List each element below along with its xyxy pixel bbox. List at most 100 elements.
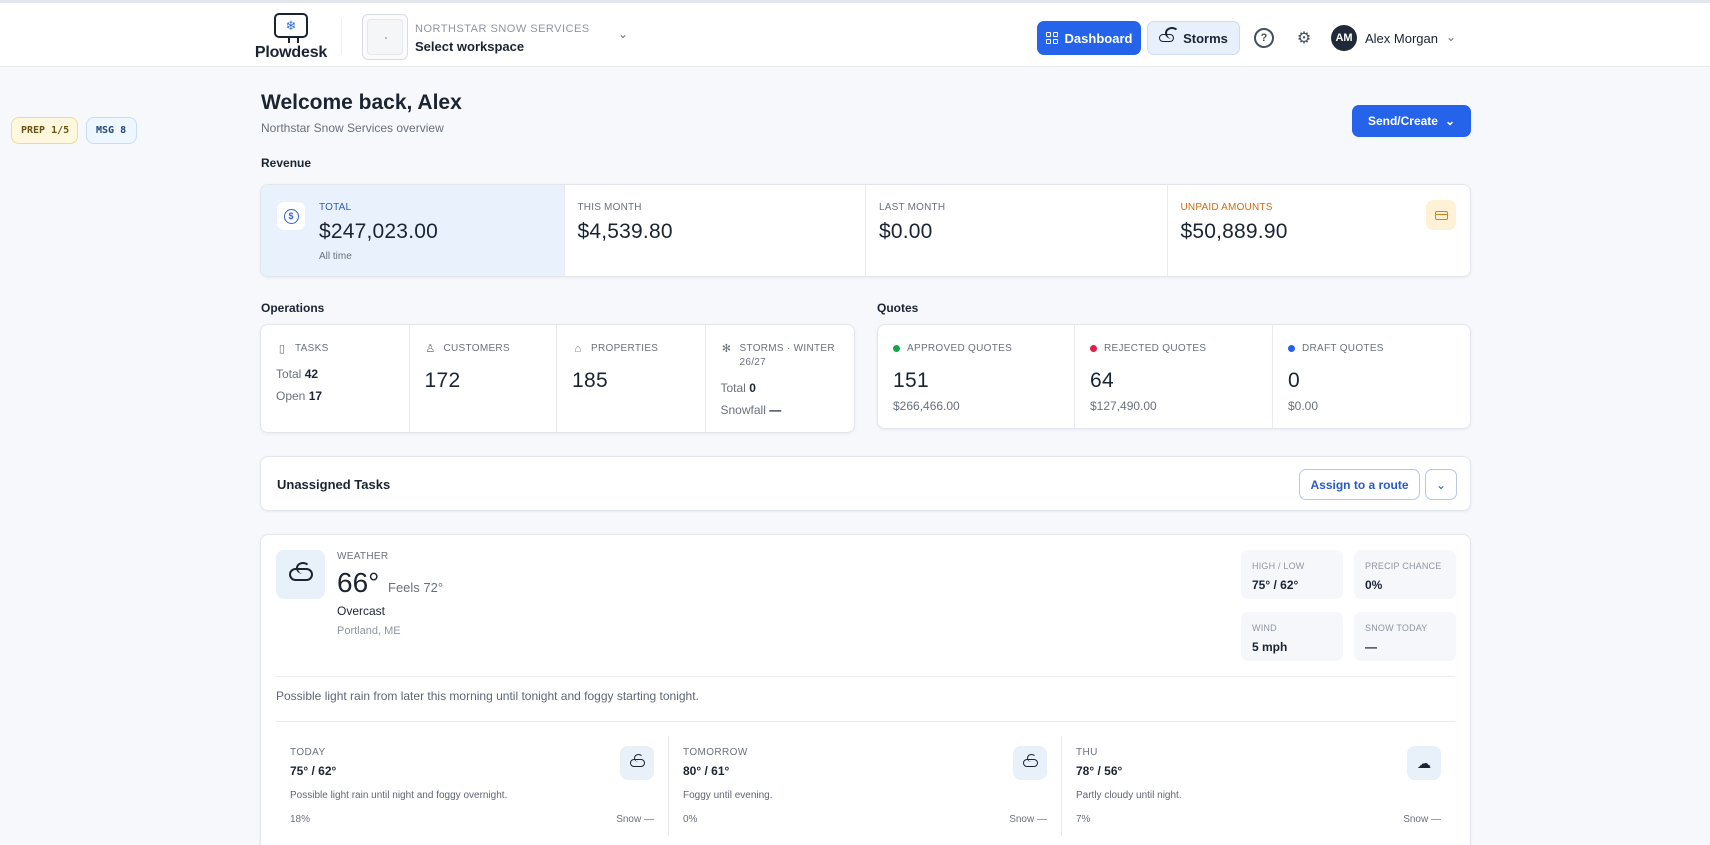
- expand-chevron-down-icon[interactable]: ⌄: [1425, 469, 1457, 500]
- workspace-selector-label[interactable]: Select workspace: [415, 39, 524, 54]
- weather-label: WEATHER: [337, 551, 389, 562]
- dashboard-button-label: Dashboard: [1064, 30, 1133, 46]
- forecast-snow: Snow —: [616, 814, 654, 825]
- last-month-label: LAST MONTH: [879, 202, 946, 213]
- draft-quotes-cell[interactable]: DRAFT QUOTES 0 $0.00: [1273, 325, 1470, 428]
- workspace-company: NORTHSTAR SNOW SERVICES: [415, 23, 590, 35]
- workspace-thumbnail[interactable]: [362, 14, 408, 60]
- total-revenue-cell[interactable]: $ TOTAL $247,023.00 All time: [261, 185, 565, 276]
- snowfall-value: —: [769, 403, 782, 417]
- settings-gear-icon[interactable]: ⚙: [1294, 28, 1314, 48]
- rejected-quotes-cell[interactable]: REJECTED QUOTES 64 $127,490.00: [1075, 325, 1273, 428]
- weather-summary: Possible light rain from later this morn…: [276, 689, 699, 703]
- unpaid-amounts-cell[interactable]: UNPAID AMOUNTS $50,889.90: [1168, 185, 1471, 276]
- header-divider: [341, 19, 342, 55]
- user-menu-chevron-down-icon[interactable]: ⌄: [1446, 30, 1456, 44]
- forecast-temperature: 80° / 61°: [683, 764, 730, 778]
- tasks-label: TASKS: [295, 343, 329, 354]
- draft-label-row: DRAFT QUOTES: [1288, 342, 1384, 356]
- prep-progress-chip[interactable]: PREP 1/5: [11, 117, 78, 144]
- tasks-cell[interactable]: ▯ TASKS Total 42 Open 17: [261, 325, 410, 432]
- storms-total-line: Total 0: [720, 381, 756, 395]
- unpaid-amounts-label: UNPAID AMOUNTS: [1180, 202, 1273, 213]
- wind-stat: WIND 5 mph: [1241, 612, 1343, 661]
- approved-quotes-amount: $266,466.00: [893, 399, 960, 413]
- precip-chance-label: PRECIP CHANCE: [1365, 561, 1442, 571]
- customers-label-row: ♙ CUSTOMERS: [425, 342, 510, 356]
- snowflake-icon: ✻: [721, 343, 732, 355]
- page-subtitle: Northstar Snow Services overview: [261, 121, 444, 135]
- send-create-button[interactable]: Send/Create ⌄: [1352, 105, 1471, 137]
- message-chip-label: MSG: [96, 125, 115, 136]
- last-month-value: $0.00: [879, 220, 933, 243]
- dashboard-button[interactable]: Dashboard: [1037, 21, 1141, 55]
- snow-today-label: SNOW TODAY: [1365, 623, 1428, 633]
- last-month-revenue-cell[interactable]: LAST MONTH $0.00: [866, 185, 1168, 276]
- snow-today-stat: SNOW TODAY —: [1354, 612, 1456, 661]
- this-month-revenue-cell[interactable]: THIS MONTH $4,539.80: [565, 185, 866, 276]
- properties-label-row: ⌂ PROPERTIES: [572, 342, 658, 356]
- feels-like-temperature: Feels 72°: [388, 580, 444, 595]
- customers-value: 172: [424, 369, 461, 392]
- total-revenue-subtext: All time: [319, 251, 352, 262]
- forecast-description: Partly cloudy until night.: [1076, 790, 1182, 801]
- properties-value: 185: [572, 369, 608, 392]
- tasks-open-line: Open 17: [276, 389, 323, 403]
- snowfall-line: Snowfall —: [720, 403, 782, 417]
- storms-button[interactable]: Storms: [1147, 21, 1240, 55]
- forecast-day: TODAY: [290, 747, 326, 758]
- partly-cloudy-icon: ☁: [1407, 746, 1441, 780]
- rejected-quotes-count: 64: [1090, 369, 1114, 392]
- prep-chip-value: 1/5: [51, 125, 70, 136]
- user-icon: ♙: [425, 343, 436, 355]
- storms-winter-cell[interactable]: ✻ STORMS · WINTER 26/27 Total 0 Snowfall …: [706, 325, 855, 432]
- tasks-total-line: Total 42: [276, 367, 319, 381]
- forecast-precip-percent: 7%: [1076, 814, 1091, 825]
- quotes-card: APPROVED QUOTES 151 $266,466.00 REJECTED…: [877, 324, 1471, 429]
- unassigned-tasks-title: Unassigned Tasks: [277, 477, 391, 492]
- high-low-stat: HIGH / LOW 75° / 62°: [1241, 550, 1343, 599]
- weather-panel: WEATHER 66° Feels 72° Overcast Portland,…: [260, 534, 1471, 845]
- forecast-snow: Snow —: [1403, 814, 1441, 825]
- rejected-status-dot: [1090, 345, 1097, 352]
- user-avatar[interactable]: AM: [1331, 25, 1357, 51]
- forecast-cloud-icon: [620, 746, 654, 780]
- home-icon: ⌂: [574, 343, 582, 355]
- high-low-label: HIGH / LOW: [1252, 561, 1305, 571]
- message-count-chip[interactable]: MSG 8: [86, 117, 137, 144]
- customers-cell[interactable]: ♙ CUSTOMERS 172: [410, 325, 557, 432]
- cloud-icon: [629, 754, 645, 767]
- forecast-thursday[interactable]: THU 78° / 56° Partly cloudy until night.…: [1062, 736, 1455, 836]
- wind-label: WIND: [1252, 623, 1277, 633]
- revenue-card: $ TOTAL $247,023.00 All time THIS MONTH …: [260, 184, 1471, 277]
- forecast-tomorrow[interactable]: TOMORROW 80° / 61° Foggy until evening. …: [669, 736, 1062, 836]
- assign-to-route-button[interactable]: Assign to a route: [1299, 469, 1420, 500]
- workspace-chevron-down-icon[interactable]: ⌄: [618, 27, 628, 41]
- user-name[interactable]: Alex Morgan: [1365, 31, 1438, 46]
- this-month-label: THIS MONTH: [577, 202, 642, 213]
- forecast-day: TOMORROW: [683, 747, 748, 758]
- precip-chance-value: 0%: [1365, 578, 1383, 592]
- tasks-open-value: 17: [308, 389, 323, 403]
- draft-status-dot: [1288, 345, 1295, 352]
- credit-card-icon: [1426, 200, 1456, 230]
- app-logo[interactable]: ❄ Plowdesk: [254, 13, 328, 62]
- storms-button-label: Storms: [1183, 30, 1228, 46]
- help-icon[interactable]: ?: [1254, 28, 1274, 48]
- forecast-snow: Snow —: [1009, 814, 1047, 825]
- total-revenue-label: TOTAL: [319, 202, 352, 213]
- weather-location: Portland, ME: [337, 625, 401, 637]
- rejected-quotes-label: REJECTED QUOTES: [1104, 343, 1207, 354]
- page-title: Welcome back, Alex: [261, 91, 462, 114]
- draft-quotes-label: DRAFT QUOTES: [1302, 343, 1384, 354]
- approved-status-dot: [893, 345, 900, 352]
- unassigned-tasks-panel: Unassigned Tasks Assign to a route ⌄: [260, 456, 1471, 511]
- properties-cell[interactable]: ⌂ PROPERTIES 185: [557, 325, 706, 432]
- send-create-label: Send/Create: [1367, 114, 1438, 128]
- current-temperature: 66°: [337, 567, 380, 598]
- cloud-icon: [288, 562, 313, 581]
- forecast-description: Foggy until evening.: [683, 790, 773, 801]
- prep-chip-label: PREP: [21, 125, 46, 136]
- forecast-today[interactable]: TODAY 75° / 62° Possible light rain unti…: [276, 736, 669, 836]
- approved-quotes-cell[interactable]: APPROVED QUOTES 151 $266,466.00: [878, 325, 1075, 428]
